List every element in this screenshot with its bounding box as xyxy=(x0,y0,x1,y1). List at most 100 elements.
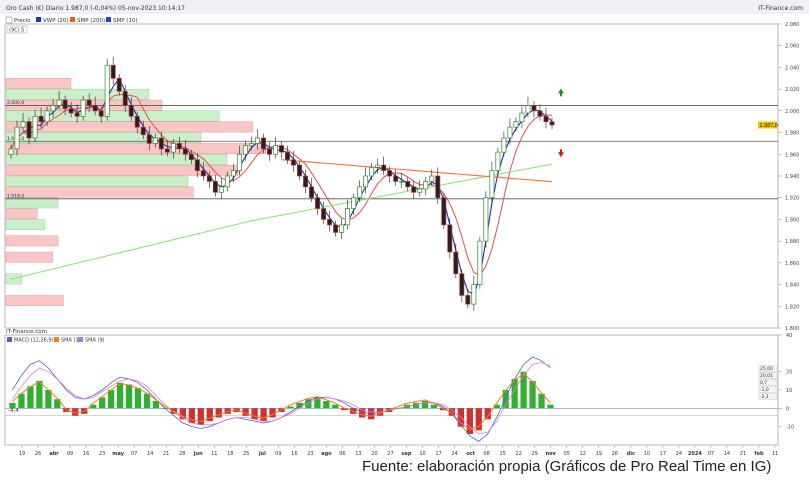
candle-body xyxy=(465,295,471,305)
candle-body xyxy=(8,148,14,155)
x-tick-label: 14 xyxy=(147,451,153,457)
candle-body xyxy=(20,121,26,128)
macd-source-label: IT-Finance.com xyxy=(6,329,47,335)
candle-body xyxy=(333,224,339,233)
candle-body xyxy=(158,137,164,150)
x-tick-label: 20 xyxy=(371,451,377,457)
candle-body xyxy=(224,175,230,188)
price-tick-label: 1.820 xyxy=(785,304,799,310)
candle-body xyxy=(399,181,405,183)
candle-body xyxy=(537,110,543,117)
x-tick-label: 22 xyxy=(515,451,521,457)
candle-body xyxy=(273,145,278,155)
legend-checkbox-price[interactable] xyxy=(5,16,13,24)
candle-body xyxy=(68,108,74,114)
macd-histogram-bar xyxy=(466,408,473,434)
macd-legend-swatch-sma9 xyxy=(78,337,83,342)
price-tick-label: 2.020 xyxy=(785,87,799,93)
macd-histogram-bar xyxy=(421,401,429,409)
candle-body xyxy=(134,115,140,128)
x-tick-label: 26 xyxy=(35,451,41,457)
x-tick-label: 23 xyxy=(307,451,313,457)
candle-body xyxy=(387,170,393,177)
volume-profile-bar xyxy=(5,143,267,154)
x-tick-label: 25 xyxy=(243,451,249,457)
x-tick-label: 27 xyxy=(387,451,393,457)
macd-tick-label: 20 xyxy=(786,370,792,376)
volume-profile-bar xyxy=(5,251,53,263)
price-tick-label: 2.080 xyxy=(785,22,799,28)
macd-readout-label: -1,0 xyxy=(760,387,769,393)
price-tick-label: 1.940 xyxy=(785,174,799,180)
candle-body xyxy=(297,164,302,177)
x-tick-label: 11 xyxy=(211,451,217,457)
candle-body xyxy=(501,137,507,153)
candle-body xyxy=(381,164,387,171)
x-tick-label: 14 xyxy=(724,451,730,457)
x-tick-label: 2024 xyxy=(688,451,702,457)
candle-body xyxy=(104,64,110,117)
candle-body xyxy=(74,112,80,117)
candle-body xyxy=(393,175,399,182)
x-tick-label: 13 xyxy=(355,451,361,457)
macd-tick-label: 40 xyxy=(786,333,792,339)
volume-profile-bar xyxy=(5,295,64,306)
candle-body xyxy=(507,126,513,139)
candle-body xyxy=(285,151,290,161)
candle-body xyxy=(477,240,483,285)
macd-histogram-bar xyxy=(116,382,124,409)
candle-body xyxy=(255,137,260,144)
x-tick-label: 17 xyxy=(435,451,441,457)
source-caption: Fuente: elaboración propia (Gráficos de … xyxy=(362,458,772,475)
candle-body xyxy=(441,197,447,226)
macd-legend-macd: MACD (12,26,9) xyxy=(14,338,54,344)
header-brand: IT-Finance.com xyxy=(758,5,803,12)
candle-body xyxy=(315,197,321,209)
candle-body xyxy=(200,170,206,177)
candle-body xyxy=(92,105,98,112)
candle-body xyxy=(146,134,152,144)
header-title: Oro Cash (€) Diario 1.987,0 (-0,04%) 05-… xyxy=(6,5,185,12)
candle-body xyxy=(50,105,56,112)
macd-histogram-bar xyxy=(412,402,420,409)
candle-body xyxy=(327,219,333,226)
macd-histogram-bar xyxy=(36,380,43,409)
macd-histogram-bar xyxy=(547,404,554,409)
candle-body xyxy=(188,153,194,161)
candle-body xyxy=(489,170,495,199)
legend-vwp-label: VWP (20) xyxy=(43,18,69,24)
gold-price-chart: Oro Cash (€) Diario 1.987,0 (-0,04%) 05-… xyxy=(0,0,809,457)
volume-profile-bar xyxy=(5,208,38,220)
macd-zero-label: -4,4 xyxy=(8,408,19,414)
candle-body xyxy=(128,105,134,117)
candle-body xyxy=(321,208,327,220)
x-tick-label: 09 xyxy=(275,451,281,457)
candle-body xyxy=(375,164,381,168)
volume-profile-bar xyxy=(5,154,228,165)
macd-histogram-bar xyxy=(45,390,52,409)
x-tick-label: ago xyxy=(321,451,332,457)
candle-body xyxy=(339,224,345,233)
x-tick-label: 18 xyxy=(227,451,233,457)
candle-body xyxy=(513,121,519,128)
macd-histogram-bar xyxy=(215,408,222,418)
macd-histogram-bar xyxy=(287,406,294,409)
x-tick-label: feb xyxy=(754,451,764,457)
macd-legend-swatch-macd xyxy=(7,337,12,342)
x-tick-label: 24 xyxy=(451,451,457,457)
period-box-label: (9C) 5 xyxy=(9,28,24,34)
price-tick-label: 1.840 xyxy=(785,283,799,289)
macd-histogram-bar xyxy=(269,408,276,418)
x-tick-label: 21 xyxy=(740,451,746,457)
macd-tick-label: -10 xyxy=(786,425,794,431)
x-tick-label: 16 xyxy=(83,451,89,457)
candle-body xyxy=(248,143,254,146)
candle-body xyxy=(549,121,555,126)
candle-body xyxy=(261,137,266,150)
macd-legend-sma1: SMA (1) xyxy=(61,338,81,344)
candle-body xyxy=(411,186,417,193)
x-tick-label: 24 xyxy=(676,451,682,457)
x-tick-label: 12 xyxy=(580,451,586,457)
macd-histogram-bar xyxy=(430,404,438,409)
x-tick-label: may xyxy=(112,451,124,457)
